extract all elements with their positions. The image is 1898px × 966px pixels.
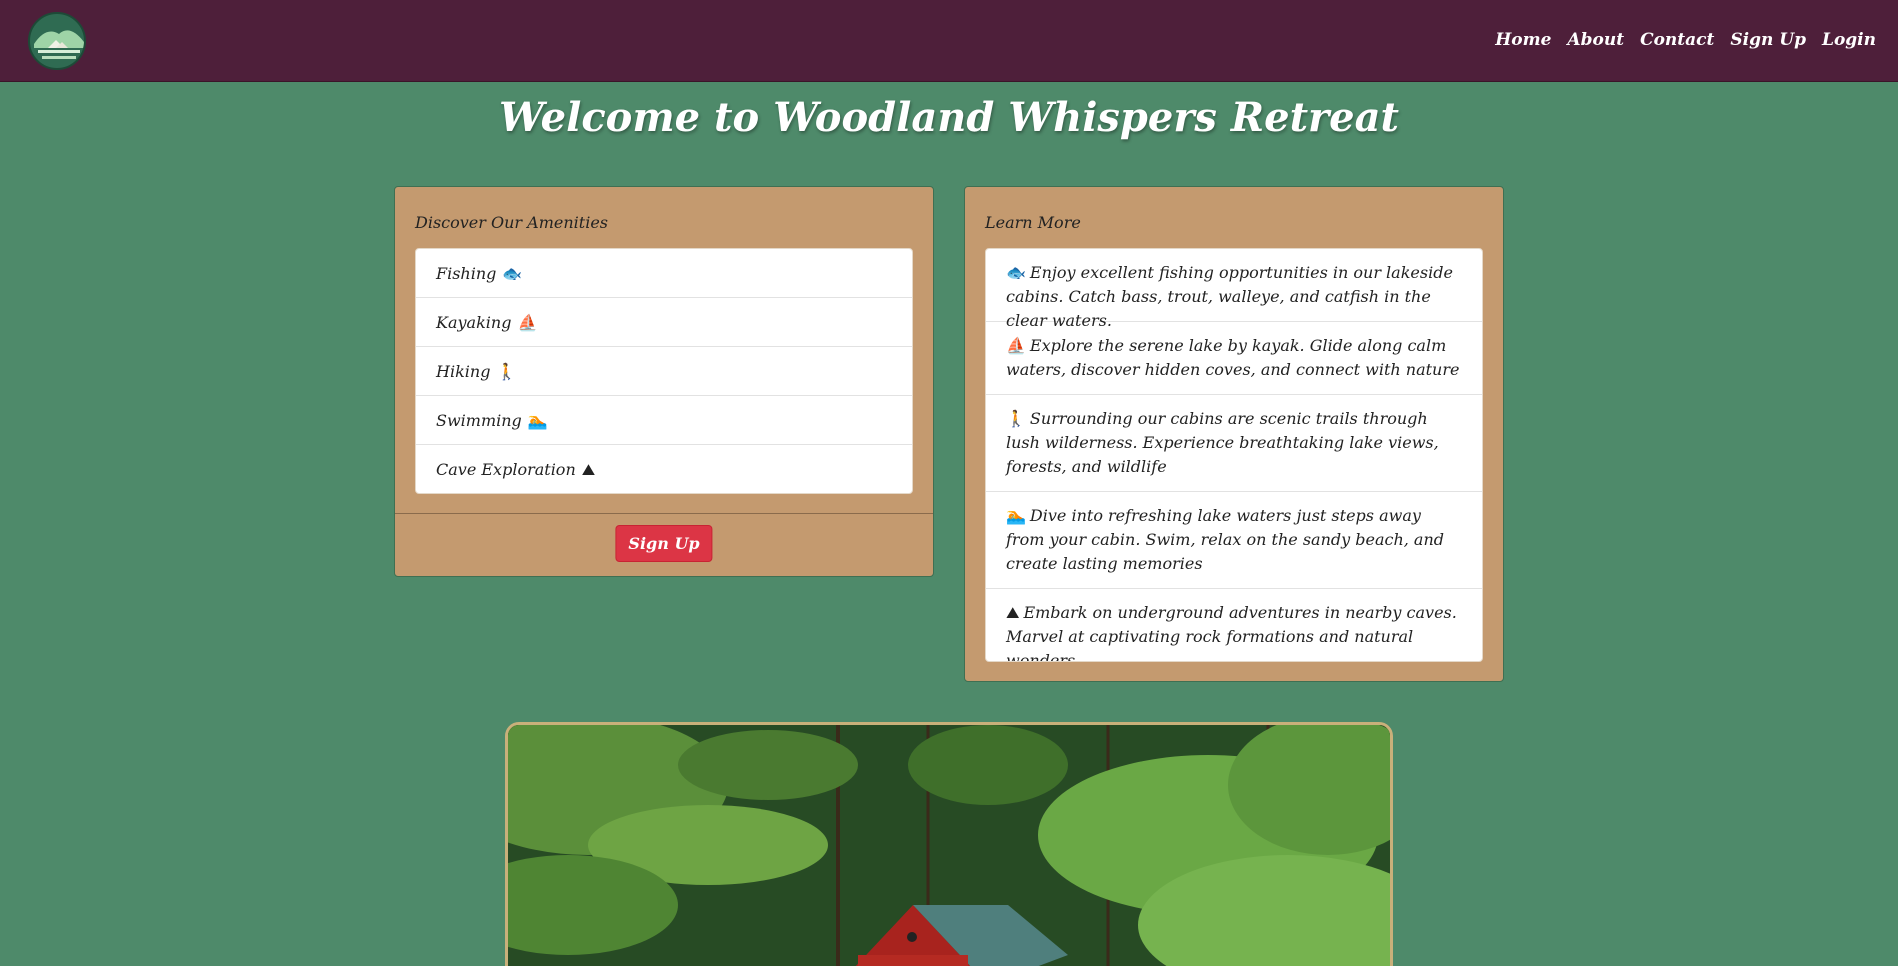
list-item: Hiking 🚶 [416,347,912,396]
amenities-card-header: Discover Our Amenities [415,213,608,232]
amenity-label: Hiking [436,361,491,381]
learn-more-text: Enjoy excellent fishing opportunities in… [1006,263,1453,330]
amenities-card: Discover Our Amenities Fishing 🐟 Kayakin… [394,186,934,577]
learn-more-text: Dive into refreshing lake waters just st… [1006,506,1445,573]
learn-more-card: Learn More 🐟 Enjoy excellent fishing oppo… [964,186,1504,682]
fish-icon: 🐟 [502,263,523,283]
amenity-label: Cave Exploration [436,460,576,479]
mountain-icon: ⛰ [581,459,596,479]
amenities-card-footer: Sign Up [395,513,933,576]
list-item: ⛰ Embark on underground adventures in nea… [986,589,1482,662]
swimmer-icon: 🏊 [1006,506,1026,525]
swimmer-icon: 🏊 [527,410,548,430]
hiker-icon: 🚶 [1006,409,1026,428]
page-title: Welcome to Woodland Whispers Retreat [499,94,1399,141]
sailboat-icon: ⛵ [1006,336,1026,355]
list-item: 🐟 Enjoy excellent fishing opportunities i… [986,249,1482,330]
nav-login-link[interactable]: Login [1822,30,1876,50]
list-item: 🚶 Surrounding our cabins are scenic trail… [986,395,1482,492]
learn-more-text: Embark on underground adventures in near… [1006,603,1457,662]
hiker-icon: 🚶 [496,361,517,381]
learn-more-text: Surrounding our cabins are scenic trails… [1006,409,1439,476]
list-item: Fishing 🐟 [416,249,912,298]
list-item: Swimming 🏊 [416,396,912,445]
amenity-label: Swimming [436,410,522,430]
list-item: Kayaking ⛵ [416,298,912,347]
learn-more-card-header: Learn More [985,213,1081,232]
nav-about-link[interactable]: About [1567,30,1624,50]
cabin-photo [505,722,1393,966]
signup-button[interactable]: Sign Up [615,525,713,562]
amenities-list: Fishing 🐟 Kayaking ⛵ Hiking 🚶 Swimming 🏊… [415,248,913,494]
list-item: 🏊 Dive into refreshing lake waters just s… [986,492,1482,589]
retreat-logo-icon[interactable] [28,12,86,70]
learn-more-list: 🐟 Enjoy excellent fishing opportunities i… [985,248,1483,662]
nav-home-link[interactable]: Home [1495,30,1551,50]
fish-icon: 🐟 [1006,263,1026,282]
sailboat-icon: ⛵ [517,312,538,332]
list-item: Cave Exploration ⛰ [416,445,912,493]
amenity-label: Kayaking [436,312,512,332]
nav-contact-link[interactable]: Contact [1640,30,1714,50]
mountain-icon: ⛰ [1006,603,1020,622]
amenity-label: Fishing [436,263,497,283]
learn-more-text: Explore the serene lake by kayak. Glide … [1006,336,1460,379]
nav-signup-link[interactable]: Sign Up [1730,30,1806,50]
top-navbar: Home About Contact Sign Up Login [0,0,1898,82]
